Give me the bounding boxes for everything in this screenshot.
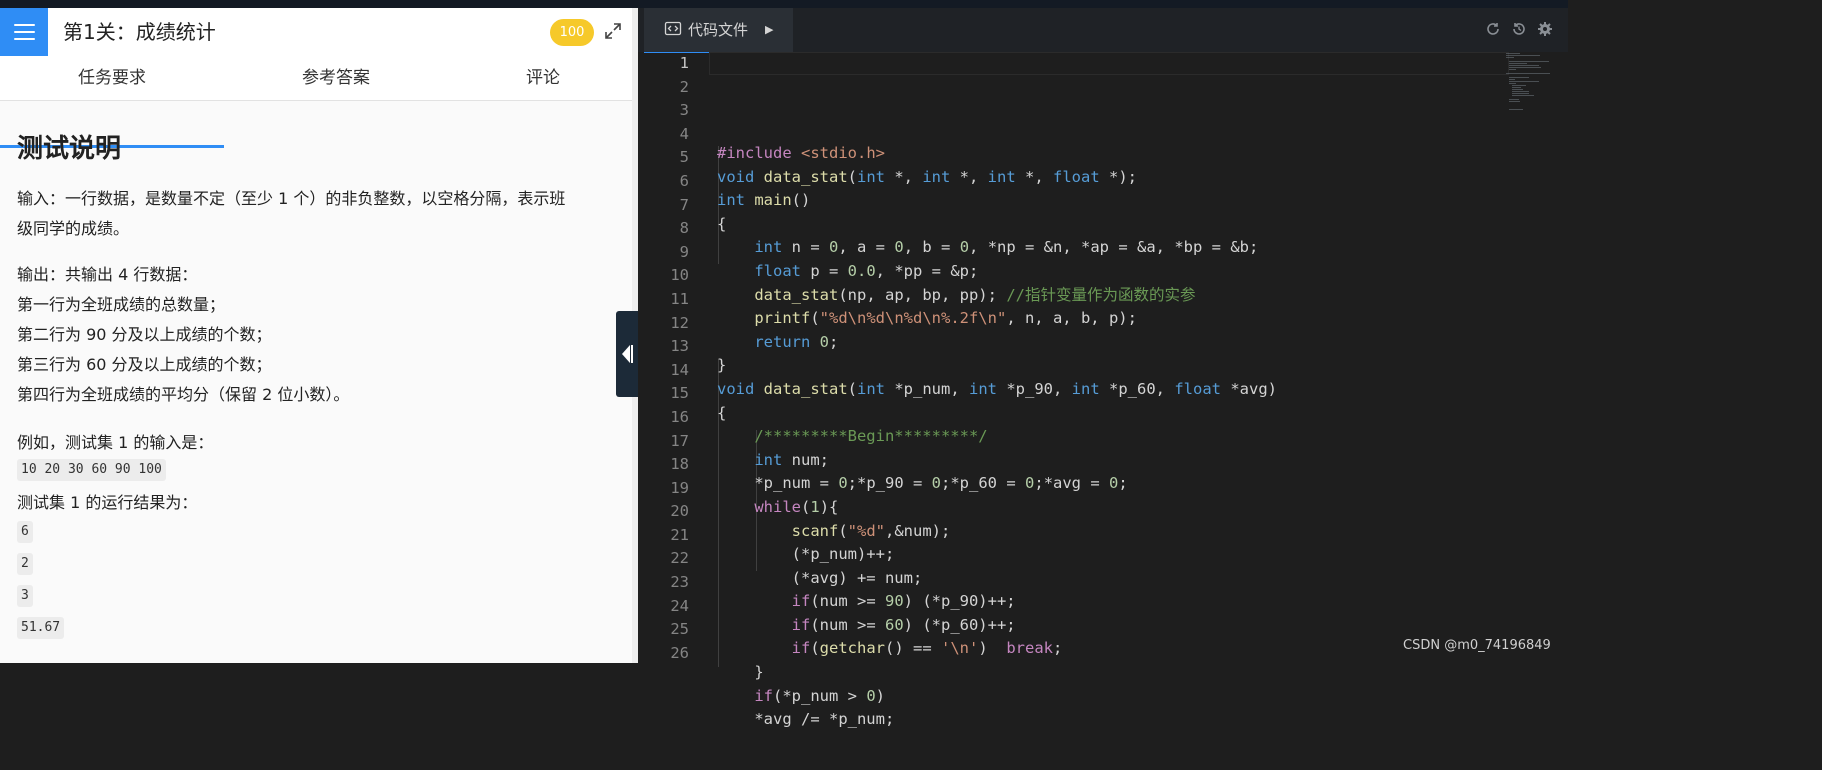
code-line[interactable]: (*p_num)++; (717, 543, 1277, 567)
code-line[interactable]: } (717, 354, 1277, 378)
line-number: 2 (679, 77, 689, 96)
code-file-tab-label: 代码文件 (688, 21, 749, 39)
line-number-gutter: 1 2 3 4 5 6 7 8 9 10 11 12 13 14 15 16 17 18 19 20 21 22 23 24 2… (638, 52, 700, 665)
line-number: 13 (670, 337, 689, 356)
line-number: 15 (670, 384, 689, 403)
settings-icon[interactable] (1537, 21, 1553, 37)
result-label: 测试集 1 的运行结果为： (17, 493, 198, 512)
task-tabs: 任务要求 参考答案 评论 (0, 56, 638, 148)
menu-icon (14, 24, 35, 26)
line-number: 23 (670, 573, 689, 592)
line-number: 24 (670, 596, 689, 615)
code-line[interactable]: if(num >= 60) (*p_60)++; (717, 614, 1277, 638)
code-line[interactable]: data_stat(np, ap, bp, pp); //指针变量作为函数的实参 (717, 284, 1277, 308)
collapse-panel-button[interactable] (616, 311, 638, 397)
code-line[interactable]: int num; (717, 449, 1277, 473)
code-line[interactable]: while(1){ (717, 496, 1277, 520)
code-minimap (1506, 53, 1550, 110)
code-line[interactable]: printf("%d\n%d\n%d\n%.2f\n", n, a, b, p)… (717, 307, 1277, 331)
reset-icon[interactable] (1511, 21, 1527, 37)
example-label: 例如，测试集 1 的输入是： (17, 433, 214, 452)
code-editor[interactable]: 1 2 3 4 5 6 7 8 9 10 11 12 13 14 15 16 17 18 19 20 21 22 23 24 2… (638, 52, 1568, 728)
line-number: 11 (670, 289, 689, 308)
code-line[interactable]: scanf("%d",&num); (717, 520, 1277, 544)
line-number: 3 (679, 101, 689, 120)
play-arrow-icon: ▶ (765, 23, 774, 36)
tab-code-file[interactable]: 代码文件 ▶ (644, 8, 793, 53)
tab-task-requirements[interactable]: 任务要求 (0, 56, 224, 100)
code-line[interactable]: *p_num = 0;*p_90 = 0;*p_60 = 0;*avg = 0; (717, 472, 1277, 496)
line-number: 22 (670, 549, 689, 568)
result-line: 51.67 (17, 617, 65, 639)
line-number: 10 (670, 266, 689, 285)
editor-tab-bar: 代码文件 ▶ (638, 8, 1568, 53)
line-number: 4 (679, 124, 689, 143)
score-badge: 100 (550, 19, 594, 46)
code-line[interactable]: if(num >= 90) (*p_90)++; (717, 590, 1277, 614)
line-number: 19 (670, 478, 689, 497)
line-number: 18 (670, 455, 689, 474)
code-line[interactable]: #include <stdio.h> (717, 142, 1277, 166)
input-description-cont: 级同学的成绩。 (17, 219, 130, 238)
code-line[interactable]: if(getchar() == '\n') break; (717, 637, 1277, 661)
code-line[interactable]: { (717, 402, 1277, 426)
line-number: 5 (679, 148, 689, 167)
code-line[interactable]: /*********Begin*********/ (717, 425, 1277, 449)
code-line[interactable]: return 0; (717, 331, 1277, 355)
top-strip (0, 0, 1568, 8)
menu-button[interactable] (0, 8, 48, 56)
code-line[interactable]: int n = 0, a = 0, b = 0, *np = &n, *ap =… (717, 236, 1277, 260)
example-input-code: 10 20 30 60 90 100 (17, 459, 166, 481)
code-file-icon (664, 21, 682, 36)
line-number: 21 (670, 525, 689, 544)
output-line: 第一行为全班成绩的总数量； (17, 295, 226, 314)
task-header: 第1关：成绩统计 100 (0, 8, 638, 56)
expand-button[interactable] (603, 21, 623, 41)
refresh-icon[interactable] (1485, 21, 1501, 37)
line-number: 1 (679, 54, 689, 72)
csdn-watermark: CSDN @m0_74196849 (1403, 638, 1551, 653)
section-heading: 测试说明 (17, 134, 122, 164)
code-line[interactable]: int main() (717, 189, 1277, 213)
tab-comments[interactable]: 评论 (448, 56, 638, 100)
line-number: 25 (670, 620, 689, 639)
task-panel: 第1关：成绩统计 100 任务要求 参考答案 评论 测试说明 输入：一行数据，是… (0, 8, 638, 663)
input-description: 输入：一行数据，是数量不定（至少 1 个）的非负整数，以空格分隔，表示班 (17, 189, 566, 208)
code-line[interactable]: } (717, 661, 1277, 685)
code-line[interactable]: *avg /= *p_num; (717, 708, 1277, 732)
line-number: 12 (670, 313, 689, 332)
expand-icon (605, 23, 621, 39)
code-line[interactable]: void data_stat(int *, int *, int *, floa… (717, 166, 1277, 190)
page-title: 第1关：成绩统计 (63, 20, 216, 44)
code-area[interactable]: #include <stdio.h> void data_stat(int *, … (717, 52, 1277, 755)
line-number: 8 (679, 219, 689, 238)
code-line[interactable]: if(*p_num > 0) (717, 685, 1277, 709)
tab-reference-answer[interactable]: 参考答案 (224, 56, 448, 100)
output-line: 第三行为 60 分及以上成绩的个数； (17, 355, 272, 374)
line-number: 17 (670, 431, 689, 450)
code-line[interactable]: void data_stat(int *p_num, int *p_90, in… (717, 378, 1277, 402)
task-content: 测试说明 输入：一行数据，是数量不定（至少 1 个）的非负整数，以空格分隔，表示… (17, 128, 617, 648)
output-line: 第二行为 90 分及以上成绩的个数； (17, 325, 272, 344)
result-line: 3 (17, 585, 33, 607)
output-description: 输出：共输出 4 行数据： 第一行为全班成绩的总数量； 第二行为 90 分及以上… (17, 260, 617, 410)
line-number: 6 (679, 171, 689, 190)
line-number: 26 (670, 643, 689, 662)
line-number: 14 (670, 360, 689, 379)
line-number: 16 (670, 407, 689, 426)
line-number: 20 (670, 502, 689, 521)
line-number: 7 (679, 195, 689, 214)
result-line: 6 (17, 521, 33, 543)
code-editor-panel: 代码文件 ▶ 1 2 3 4 5 6 7 8 9 10 11 12 13 14 15 16 17 18 19 20 21… (638, 8, 1568, 728)
collapse-panel-icon (622, 345, 633, 363)
code-line[interactable]: float p = 0.0, *pp = &p; (717, 260, 1277, 284)
code-line[interactable] (717, 732, 1277, 756)
output-line: 输出：共输出 4 行数据： (17, 265, 198, 284)
code-line[interactable]: (*avg) += num; (717, 567, 1277, 591)
code-line[interactable]: { (717, 213, 1277, 237)
output-line: 第四行为全班成绩的平均分（保留 2 位小数）。 (17, 385, 350, 404)
result-line: 2 (17, 553, 33, 575)
line-number: 9 (679, 242, 689, 261)
